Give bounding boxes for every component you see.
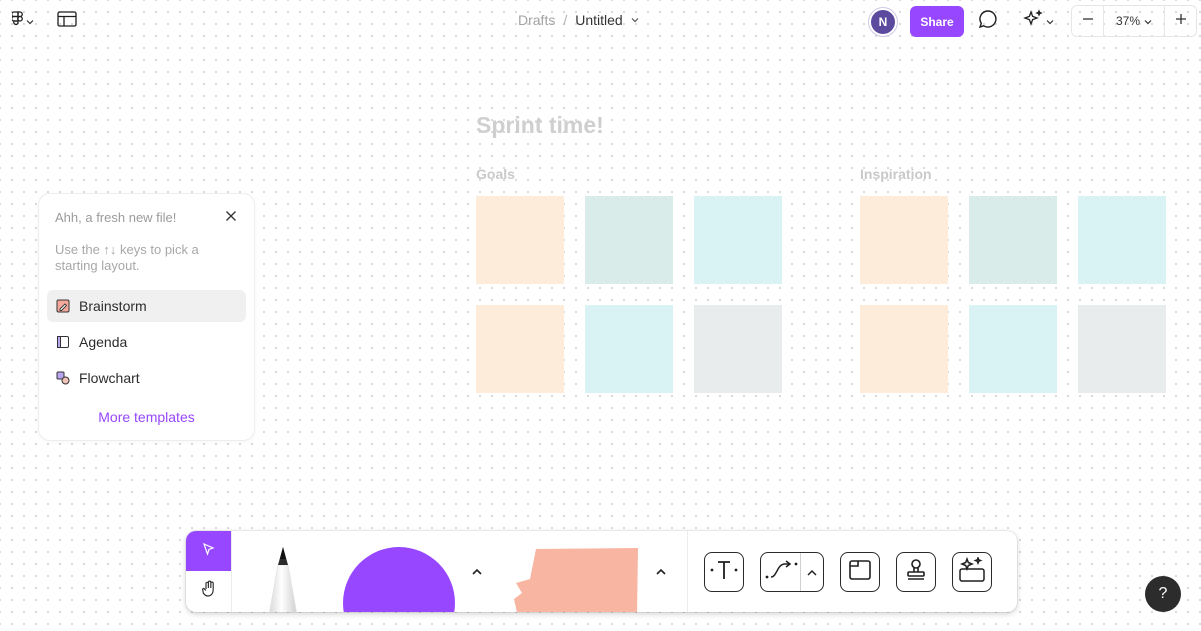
brainstorm-icon [55,298,71,314]
minus-icon [1082,12,1094,30]
zoom-level-value: 37% [1115,14,1141,28]
sticky-note[interactable] [969,196,1057,284]
share-button[interactable]: Share [910,6,964,37]
chevron-down-icon [26,12,34,30]
ai-actions-button[interactable] [1016,8,1060,34]
template-item-brainstorm[interactable]: Brainstorm [47,290,246,322]
connector-icon [764,559,798,586]
pencil-icon [260,547,306,612]
stamp-icon [905,558,927,587]
sticky-note[interactable] [1078,196,1166,284]
top-bar: Drafts / Untitled N Share 37% [0,0,1201,42]
ai-tool-button[interactable] [952,552,992,592]
connector-options-button[interactable] [801,553,823,591]
hand-tool-button[interactable] [186,571,231,612]
sticky-note[interactable] [1078,305,1166,393]
section-tool-button[interactable] [840,552,880,592]
sticky-note[interactable] [694,196,782,284]
sticky-note-icon [510,548,640,612]
text-tool-button[interactable] [704,552,744,592]
more-templates-link[interactable]: More templates [39,409,254,425]
toolbar-divider [687,531,688,612]
figma-logo-icon [11,10,24,32]
comment-button[interactable] [976,9,1000,33]
canvas-heading[interactable]: Sprint time! [476,112,604,139]
hand-icon [199,579,219,604]
help-button[interactable]: ? [1145,576,1181,612]
breadcrumb-drafts-link[interactable]: Drafts [518,12,555,28]
stamp-tool-button[interactable] [896,552,936,592]
sticky-note-tool[interactable] [510,547,640,612]
chevron-up-icon [807,563,817,581]
template-item-label: Flowchart [79,370,140,386]
template-item-label: Brainstorm [79,298,147,314]
user-avatar[interactable]: N [871,10,895,34]
sticky-note[interactable] [694,305,782,393]
cursor-arrow-icon [202,542,216,561]
sticky-note[interactable] [860,196,948,284]
plus-icon [1175,12,1187,30]
connector-tool-group [760,552,824,592]
bottom-toolbar [186,531,1017,612]
section-label-goals[interactable]: Goals [476,166,515,182]
sticky-note[interactable] [476,196,564,284]
chevron-down-icon [1046,12,1054,30]
sticky-options-button[interactable] [651,561,671,581]
flowchart-icon [55,370,71,386]
sticky-note[interactable] [585,305,673,393]
template-picker-panel: Ahh, a fresh new file! Use the ↑↓ keys t… [38,193,255,441]
toolbar-divider [231,531,232,612]
breadcrumb: Drafts / Untitled [518,12,639,28]
sticky-note[interactable] [969,305,1057,393]
panel-hint: Use the ↑↓ keys to pick a starting layou… [55,242,199,273]
section-frame-icon [848,559,872,586]
text-icon [710,559,738,586]
template-item-agenda[interactable]: Agenda [47,326,246,358]
chevron-down-icon[interactable] [631,17,639,23]
agenda-icon [55,334,71,350]
comment-icon [978,9,998,34]
sticky-note[interactable] [585,196,673,284]
file-title[interactable]: Untitled [575,12,622,28]
section-label-inspiration[interactable]: Inspiration [860,166,932,182]
close-icon [225,209,237,227]
template-item-flowchart[interactable]: Flowchart [47,362,246,394]
zoom-out-button[interactable] [1072,6,1104,36]
shape-options-button[interactable] [467,561,487,581]
template-item-label: Agenda [79,334,128,350]
main-menu-button[interactable] [6,9,40,33]
breadcrumb-separator: / [563,12,568,28]
panel-title: Ahh, a fresh new file! [55,210,177,225]
layout-panel-icon [57,10,77,32]
layout-toggle-button[interactable] [54,9,80,33]
sticky-note[interactable] [476,305,564,393]
sparkle-box-icon [958,555,986,588]
select-tool-button[interactable] [186,531,231,571]
sparkle-icon [1022,8,1044,34]
connector-tool-button[interactable] [761,553,801,591]
zoom-control: 37% [1071,5,1197,37]
close-button[interactable] [221,208,241,228]
chevron-up-icon [656,562,666,580]
zoom-level-dropdown[interactable]: 37% [1104,6,1164,36]
shape-tool-circle[interactable] [343,547,455,612]
chevron-down-icon [1144,14,1152,28]
sticky-note[interactable] [860,305,948,393]
zoom-in-button[interactable] [1164,6,1196,36]
pencil-tool[interactable] [260,545,306,612]
chevron-up-icon [472,562,482,580]
